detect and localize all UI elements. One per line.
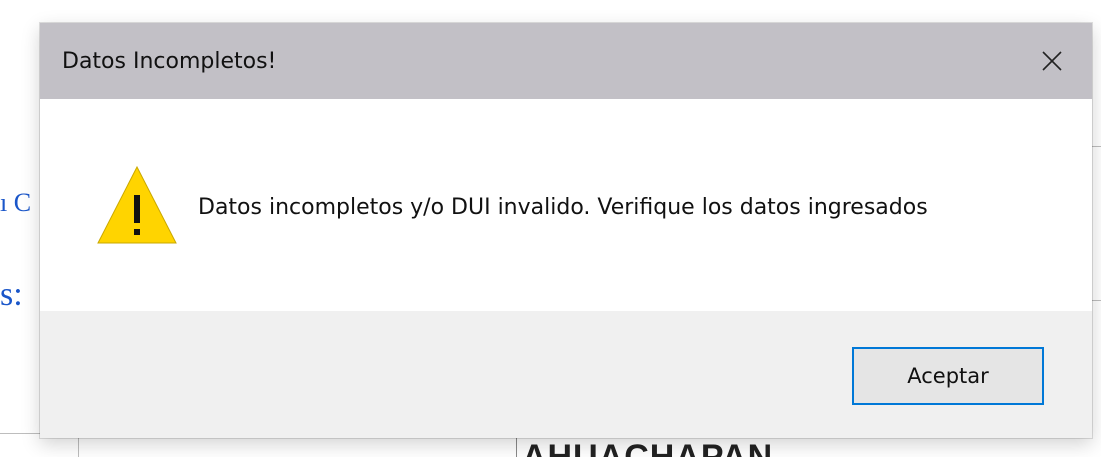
dialog-message: Datos incompletos y/o DUI invalido. Veri… bbox=[198, 195, 928, 220]
background-grid-line bbox=[1092, 300, 1101, 301]
close-icon bbox=[1042, 51, 1062, 71]
background-cell-text: AHUACHAPAN bbox=[522, 440, 773, 457]
dialog-titlebar[interactable]: Datos Incompletos! bbox=[40, 23, 1092, 99]
background-text-fragment: ı C bbox=[0, 188, 32, 217]
message-dialog: Datos Incompletos! Datos incompletos y/o… bbox=[40, 23, 1092, 438]
dialog-title: Datos Incompletos! bbox=[62, 49, 277, 74]
close-button[interactable] bbox=[1032, 41, 1072, 81]
background-grid-line bbox=[0, 433, 40, 434]
dialog-content: Datos incompletos y/o DUI invalido. Veri… bbox=[40, 99, 1092, 311]
accept-button[interactable]: Aceptar bbox=[852, 347, 1044, 405]
background-grid-line bbox=[1092, 146, 1101, 147]
warning-icon bbox=[97, 165, 177, 244]
background-label-fragment: s: bbox=[0, 276, 23, 313]
dialog-footer: Aceptar bbox=[40, 311, 1092, 438]
background-grid-line bbox=[516, 438, 517, 457]
background-grid-line bbox=[78, 438, 79, 457]
